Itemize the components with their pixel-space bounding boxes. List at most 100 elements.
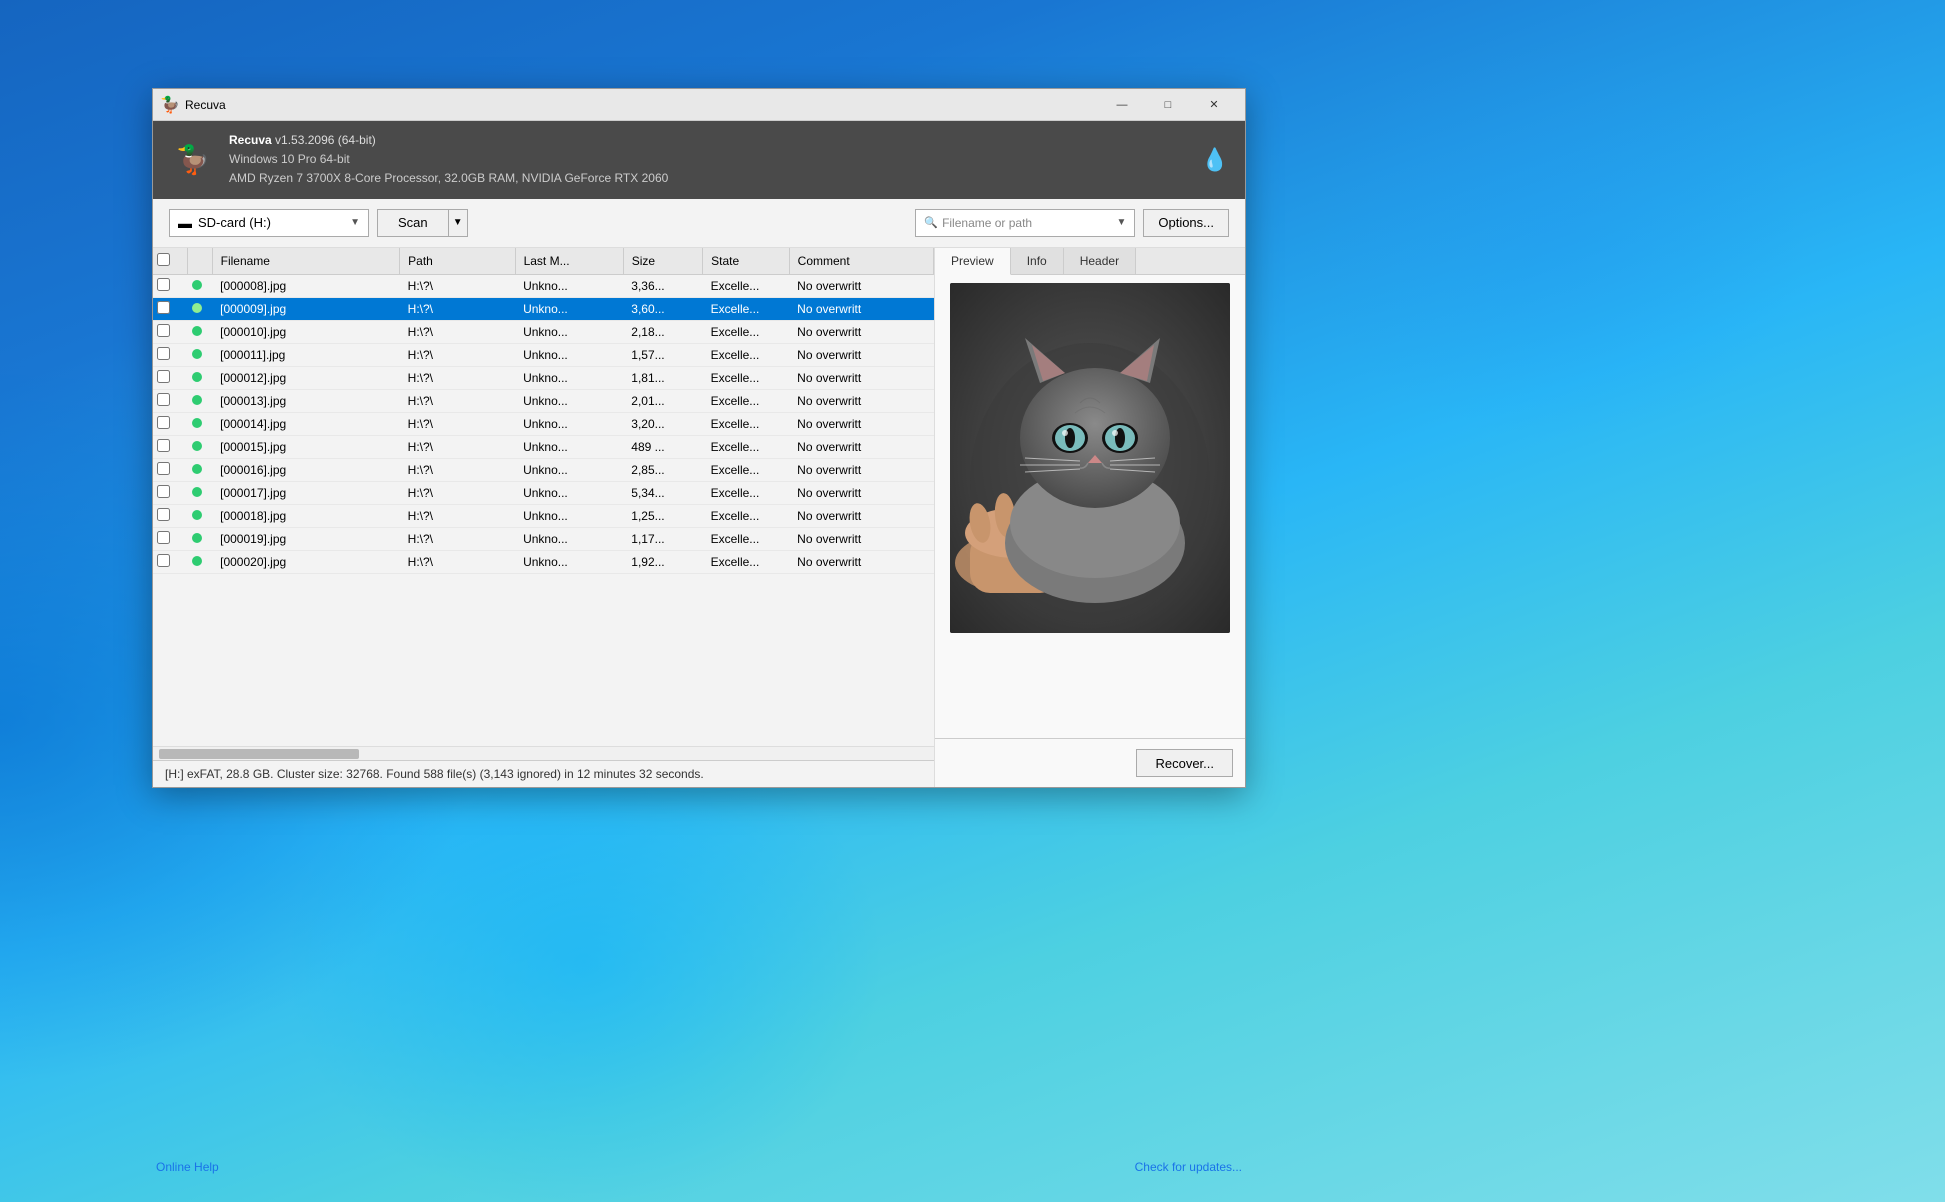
select-all-checkbox[interactable] xyxy=(157,253,170,266)
row-checkbox[interactable] xyxy=(157,370,170,383)
row-checkbox-cell[interactable] xyxy=(153,504,188,527)
row-checkbox[interactable] xyxy=(157,439,170,452)
state-dot xyxy=(192,326,202,336)
row-state-dot-cell xyxy=(188,504,213,527)
row-checkbox[interactable] xyxy=(157,554,170,567)
header-info: Recuva v1.53.2096 (64-bit) Windows 10 Pr… xyxy=(229,131,1189,189)
row-lastmod: Unkno... xyxy=(515,366,623,389)
hscroll-thumb[interactable] xyxy=(159,749,359,759)
app-version-text: v1.53.2096 (64-bit) xyxy=(275,133,376,147)
row-lastmod: Unkno... xyxy=(515,274,623,297)
state-dot xyxy=(192,280,202,290)
row-comment: No overwritt xyxy=(789,435,933,458)
recover-button[interactable]: Recover... xyxy=(1136,749,1233,777)
col-header-state[interactable]: State xyxy=(703,248,790,275)
col-header-filename[interactable]: Filename xyxy=(212,248,400,275)
row-filename: [000012].jpg xyxy=(212,366,400,389)
row-checkbox-cell[interactable] xyxy=(153,527,188,550)
table-row[interactable]: [000014].jpg H:\?\ Unkno... 3,20... Exce… xyxy=(153,412,934,435)
row-checkbox[interactable] xyxy=(157,416,170,429)
row-state: Excelle... xyxy=(703,274,790,297)
scan-button[interactable]: Scan xyxy=(377,209,448,237)
scan-dropdown-button[interactable]: ▼ xyxy=(448,209,468,237)
row-state-dot-cell xyxy=(188,458,213,481)
state-dot xyxy=(192,349,202,359)
search-dropdown-arrow[interactable]: ▼ xyxy=(1116,217,1126,228)
row-state: Excelle... xyxy=(703,366,790,389)
row-checkbox-cell[interactable] xyxy=(153,550,188,573)
row-checkbox[interactable] xyxy=(157,462,170,475)
row-checkbox[interactable] xyxy=(157,347,170,360)
row-checkbox-cell[interactable] xyxy=(153,481,188,504)
state-dot xyxy=(192,441,202,451)
row-state: Excelle... xyxy=(703,297,790,320)
search-box[interactable]: 🔍 Filename or path ▼ xyxy=(915,209,1135,237)
row-checkbox-cell[interactable] xyxy=(153,389,188,412)
row-checkbox[interactable] xyxy=(157,393,170,406)
table-row[interactable]: [000012].jpg H:\?\ Unkno... 1,81... Exce… xyxy=(153,366,934,389)
tab-info[interactable]: Info xyxy=(1011,248,1064,274)
row-checkbox-cell[interactable] xyxy=(153,320,188,343)
row-path: H:\?\ xyxy=(400,435,515,458)
file-table[interactable]: Filename Path Last M... Size State Comme… xyxy=(153,248,934,746)
minimize-button[interactable]: — xyxy=(1099,89,1145,121)
table-row[interactable]: [000017].jpg H:\?\ Unkno... 5,34... Exce… xyxy=(153,481,934,504)
row-checkbox-cell[interactable] xyxy=(153,343,188,366)
table-row[interactable]: [000009].jpg H:\?\ Unkno... 3,60... Exce… xyxy=(153,297,934,320)
row-lastmod: Unkno... xyxy=(515,550,623,573)
col-header-path[interactable]: Path xyxy=(400,248,515,275)
row-checkbox[interactable] xyxy=(157,531,170,544)
row-filename: [000008].jpg xyxy=(212,274,400,297)
row-size: 3,60... xyxy=(623,297,702,320)
table-row[interactable]: [000013].jpg H:\?\ Unkno... 2,01... Exce… xyxy=(153,389,934,412)
row-path: H:\?\ xyxy=(400,458,515,481)
options-button[interactable]: Options... xyxy=(1143,209,1229,237)
row-filename: [000020].jpg xyxy=(212,550,400,573)
row-checkbox-cell[interactable] xyxy=(153,297,188,320)
row-checkbox-cell[interactable] xyxy=(153,412,188,435)
row-path: H:\?\ xyxy=(400,481,515,504)
row-checkbox-cell[interactable] xyxy=(153,366,188,389)
row-comment: No overwritt xyxy=(789,343,933,366)
table-row[interactable]: [000016].jpg H:\?\ Unkno... 2,85... Exce… xyxy=(153,458,934,481)
row-lastmod: Unkno... xyxy=(515,389,623,412)
table-row[interactable]: [000010].jpg H:\?\ Unkno... 2,18... Exce… xyxy=(153,320,934,343)
table-row[interactable]: [000008].jpg H:\?\ Unkno... 3,36... Exce… xyxy=(153,274,934,297)
row-checkbox[interactable] xyxy=(157,485,170,498)
row-filename: [000010].jpg xyxy=(212,320,400,343)
maximize-button[interactable]: □ xyxy=(1145,89,1191,121)
table-row[interactable]: [000020].jpg H:\?\ Unkno... 1,92... Exce… xyxy=(153,550,934,573)
col-header-checkbox[interactable] xyxy=(153,248,188,275)
table-row[interactable]: [000019].jpg H:\?\ Unkno... 1,17... Exce… xyxy=(153,527,934,550)
row-path: H:\?\ xyxy=(400,320,515,343)
drive-select[interactable]: ▬ SD-card (H:) ▼ xyxy=(169,209,369,237)
tab-preview[interactable]: Preview xyxy=(935,248,1011,275)
hardware-info-text: AMD Ryzen 7 3700X 8-Core Processor, 32.0… xyxy=(229,169,1189,188)
row-path: H:\?\ xyxy=(400,274,515,297)
window-controls: — □ ✕ xyxy=(1099,89,1237,121)
col-header-comment[interactable]: Comment xyxy=(789,248,933,275)
files-table: Filename Path Last M... Size State Comme… xyxy=(153,248,934,574)
row-checkbox[interactable] xyxy=(157,278,170,291)
row-path: H:\?\ xyxy=(400,412,515,435)
table-row[interactable]: [000015].jpg H:\?\ Unkno... 489 ... Exce… xyxy=(153,435,934,458)
scan-group: Scan ▼ xyxy=(377,209,468,237)
row-checkbox-cell[interactable] xyxy=(153,458,188,481)
table-row[interactable]: [000011].jpg H:\?\ Unkno... 1,57... Exce… xyxy=(153,343,934,366)
row-state-dot-cell xyxy=(188,343,213,366)
row-checkbox[interactable] xyxy=(157,324,170,337)
table-row[interactable]: [000018].jpg H:\?\ Unkno... 1,25... Exce… xyxy=(153,504,934,527)
close-button[interactable]: ✕ xyxy=(1191,89,1237,121)
col-header-lastmod[interactable]: Last M... xyxy=(515,248,623,275)
horizontal-scrollbar[interactable] xyxy=(153,746,934,760)
col-header-size[interactable]: Size xyxy=(623,248,702,275)
tab-header[interactable]: Header xyxy=(1064,248,1136,274)
row-checkbox[interactable] xyxy=(157,301,170,314)
row-state-dot-cell xyxy=(188,435,213,458)
row-checkbox[interactable] xyxy=(157,508,170,521)
check-updates-link[interactable]: Check for updates... xyxy=(1135,1160,1242,1174)
row-checkbox-cell[interactable] xyxy=(153,274,188,297)
row-state-dot-cell xyxy=(188,274,213,297)
online-help-link[interactable]: Online Help xyxy=(156,1160,219,1174)
row-checkbox-cell[interactable] xyxy=(153,435,188,458)
